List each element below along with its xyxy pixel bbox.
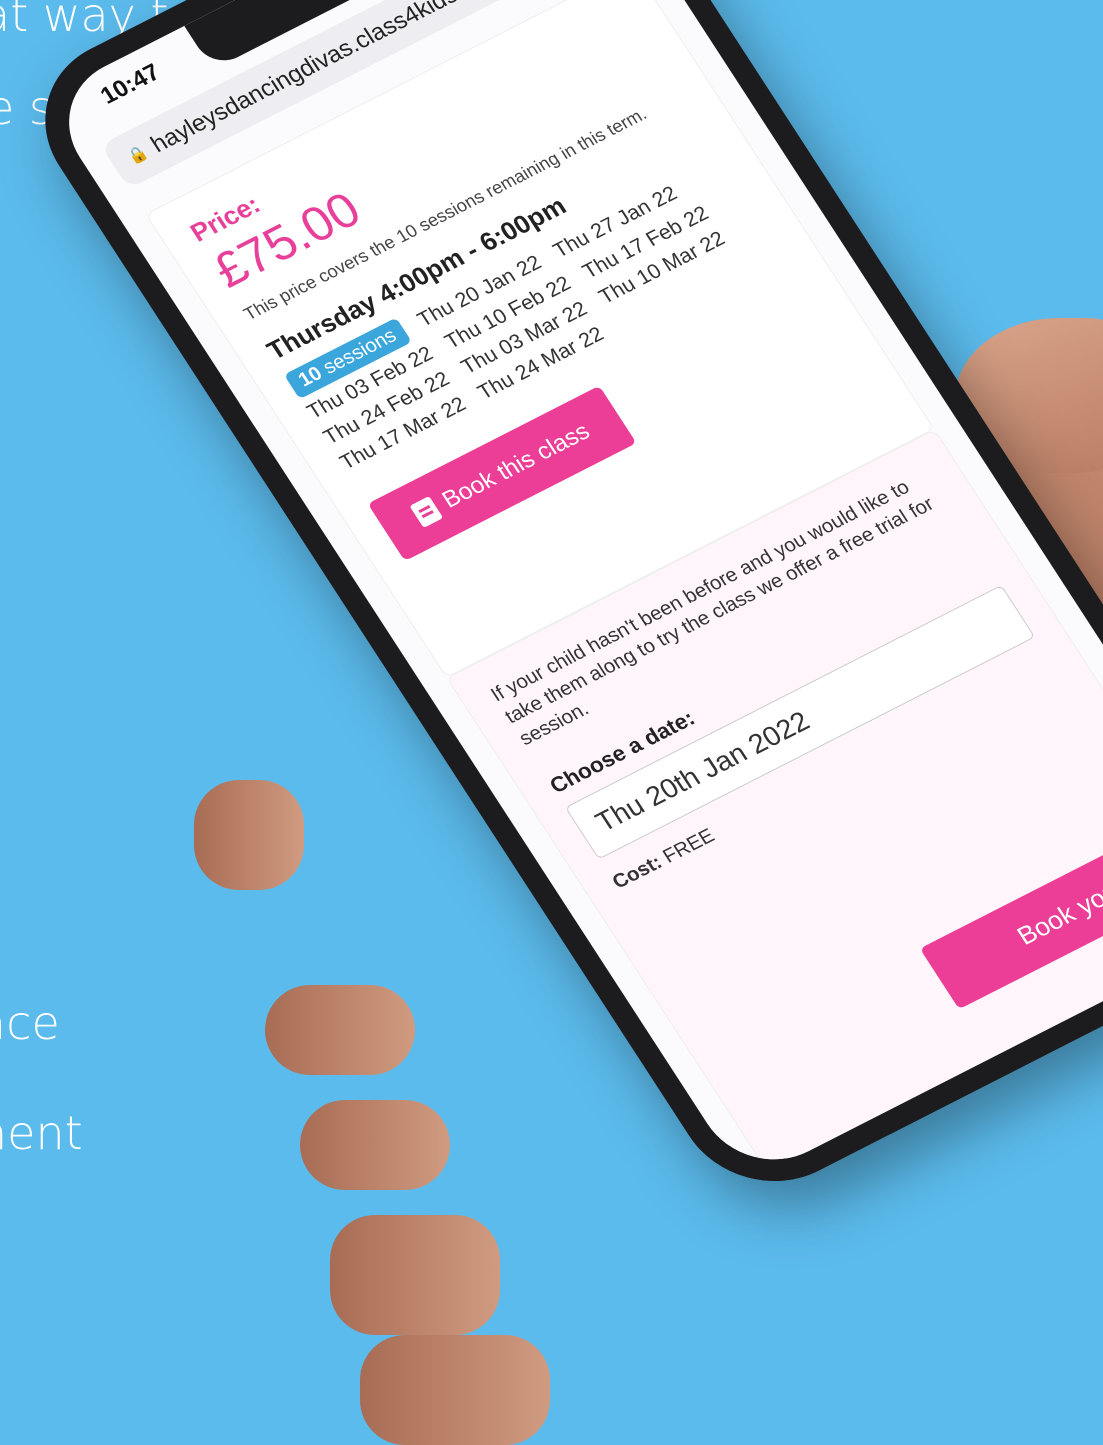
status-time: 10:47 (95, 58, 166, 110)
background-text-line-5: nent (0, 1106, 83, 1160)
book-trial-label: Book your tri (1011, 859, 1103, 951)
cost-label: Cost: (608, 851, 667, 894)
phone: 10:47 ▮▮ ◠ 🔒 hayleysdancingdivas.class4k… (10, 0, 1103, 1212)
lock-icon: 🔒 (124, 143, 152, 168)
cost-value: FREE (659, 824, 719, 868)
sessions-count: 10 (294, 362, 327, 392)
book-icon (409, 496, 444, 528)
phone-screen: 10:47 ▮▮ ◠ 🔒 hayleysdancingdivas.class4k… (41, 0, 1103, 1184)
book-class-label: Book this class (437, 417, 595, 514)
hand-finger (360, 1335, 550, 1445)
hand-finger (300, 1100, 450, 1190)
hand-finger (194, 780, 304, 890)
hand-finger (330, 1215, 500, 1335)
book-trial-button[interactable]: Book your tri (919, 796, 1103, 1010)
hand-finger (265, 985, 415, 1075)
background-text-line-4: ace (0, 996, 60, 1050)
